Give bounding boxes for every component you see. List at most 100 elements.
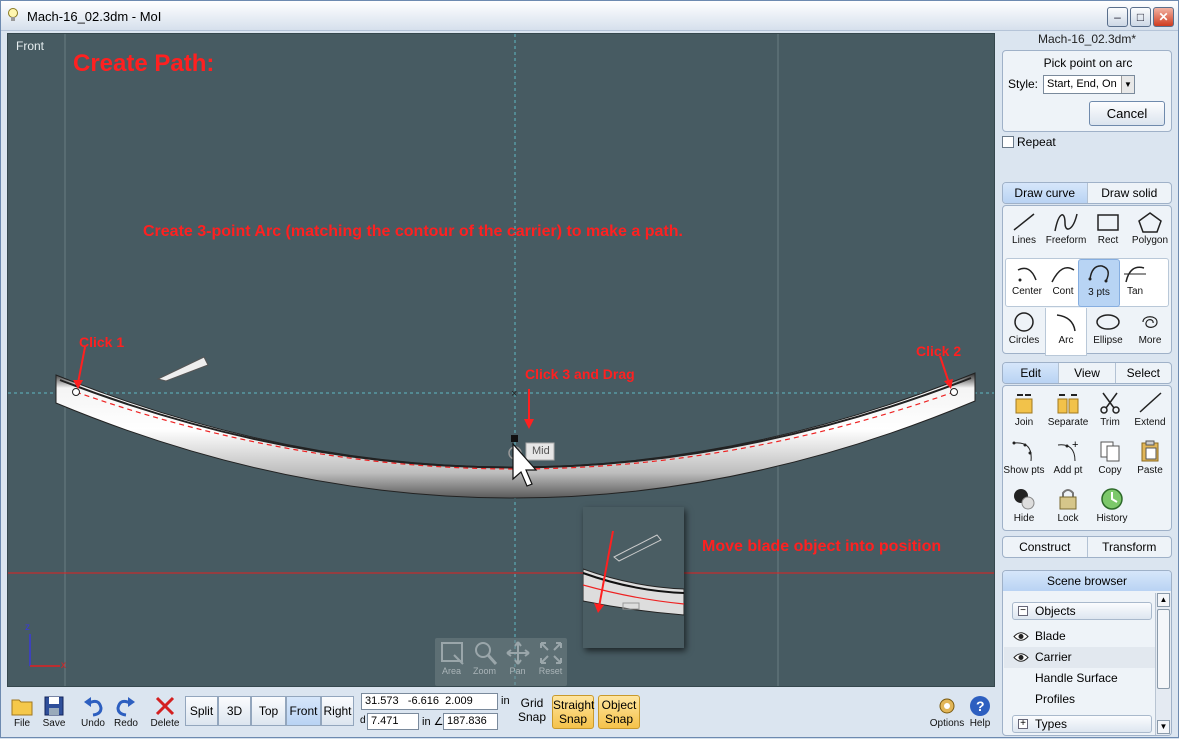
scroll-thumb[interactable] <box>1157 609 1170 689</box>
tab-edit[interactable]: Edit <box>1003 363 1060 383</box>
lightbulb-icon <box>8 8 18 21</box>
tab-select[interactable]: Select <box>1116 363 1171 383</box>
collapse-icon: − <box>1018 606 1028 616</box>
types-label: Types <box>1035 717 1068 731</box>
reset-button[interactable]: Reset <box>534 640 567 684</box>
extend-tool[interactable]: Extend <box>1129 388 1171 436</box>
scroll-up-icon[interactable]: ▲ <box>1157 593 1170 607</box>
viewport-label[interactable]: Front <box>16 39 44 53</box>
click2-label: Click 2 <box>916 343 962 359</box>
separate-label: Separate <box>1047 417 1089 428</box>
scroll-down-icon[interactable]: ▼ <box>1157 720 1170 734</box>
delete-button[interactable]: Delete <box>148 694 182 736</box>
close-button[interactable]: ✕ <box>1153 7 1174 27</box>
freeform-tool[interactable]: Freeform <box>1045 208 1087 256</box>
view-right-button[interactable]: Right <box>321 696 354 726</box>
scene-item-carrier[interactable]: Carrier <box>1004 647 1156 668</box>
redo-icon <box>116 697 135 717</box>
click2-arrow <box>939 355 950 384</box>
separate-tool[interactable]: Separate <box>1047 388 1089 436</box>
eye-icon <box>1013 653 1029 662</box>
maximize-button[interactable]: □ <box>1130 7 1151 27</box>
lines-tool[interactable]: Lines <box>1003 208 1045 256</box>
scene-scrollbar[interactable]: ▲ ▼ <box>1155 593 1171 735</box>
view-split-button[interactable]: Split <box>185 696 218 726</box>
center-arc-icon <box>1017 267 1037 282</box>
distance-input[interactable]: 7.471 <box>367 713 419 730</box>
style-value: Start, End, On <box>1047 78 1117 90</box>
move-blade-text: Move blade object into position <box>702 538 942 555</box>
view-top-button[interactable]: Top <box>251 696 286 726</box>
file-button[interactable]: File <box>5 694 39 736</box>
blade-label: Blade <box>1035 629 1066 643</box>
freeform-icon <box>1054 213 1078 232</box>
hide-tool[interactable]: Hide <box>1003 484 1045 532</box>
arc-tool[interactable]: Arc <box>1045 308 1087 356</box>
distance-unit-angle: in ∠ <box>422 716 444 728</box>
click1-arrow <box>77 346 86 384</box>
tab-transform[interactable]: Transform <box>1088 537 1172 557</box>
lines-label: Lines <box>1012 235 1036 246</box>
save-button[interactable]: Save <box>37 694 71 736</box>
redo-button[interactable]: Redo <box>109 694 143 736</box>
cont-arc-icon <box>1051 267 1075 283</box>
construct-transform-tabs: Construct Transform <box>1002 536 1172 558</box>
view-front-button[interactable]: Front <box>286 696 321 726</box>
side-panel: Mach-16_02.3dm* Pick point on arc Style:… <box>999 31 1175 736</box>
repeat-checkbox[interactable] <box>1002 136 1014 148</box>
help-button[interactable]: ? Help <box>963 694 997 736</box>
handle-surface-label: Handle Surface <box>1035 671 1118 685</box>
front-viewport[interactable]: × Front Create Path: Create 3-point Arc … <box>7 33 995 687</box>
straight-snap-toggle[interactable]: Straight Snap <box>552 695 594 729</box>
coord-z: 2.009 <box>445 695 473 707</box>
polygon-tool[interactable]: Polygon <box>1129 208 1171 256</box>
types-group-header[interactable]: + Types <box>1012 715 1152 733</box>
history-tool[interactable]: History <box>1091 484 1133 532</box>
view-3d-button[interactable]: 3D <box>218 696 251 726</box>
coordinate-input[interactable]: 31.573 -6.616 2.009 <box>361 693 498 710</box>
scene-item-profiles[interactable]: Profiles <box>1004 689 1156 710</box>
zoom-button[interactable]: Zoom <box>468 640 501 684</box>
circles-tool[interactable]: Circles <box>1003 308 1045 356</box>
style-dropdown[interactable]: Start, End, On ▼ <box>1043 75 1135 94</box>
join-tool[interactable]: Join <box>1003 388 1045 436</box>
arc-subpanel: Center Cont 3 pts Tan <box>1005 258 1169 307</box>
scene-item-blade[interactable]: Blade <box>1004 626 1156 647</box>
more-tool[interactable]: More <box>1129 308 1171 356</box>
show-pts-tool[interactable]: Show pts <box>1003 436 1045 484</box>
document-filename: Mach-16_02.3dm* <box>1037 32 1137 46</box>
area-button[interactable]: Area <box>435 640 468 684</box>
tab-draw-curve[interactable]: Draw curve <box>1003 183 1088 203</box>
tab-view[interactable]: View <box>1059 363 1116 383</box>
tan-arc-tool[interactable]: Tan <box>1114 259 1156 307</box>
objects-group-header[interactable]: − Objects <box>1012 602 1152 620</box>
scene-browser-header[interactable]: Scene browser <box>1003 571 1171 591</box>
tab-draw-solid[interactable]: Draw solid <box>1088 183 1172 203</box>
lock-label: Lock <box>1057 513 1079 524</box>
pan-button[interactable]: Pan <box>501 640 534 684</box>
click1-point <box>72 388 80 396</box>
snap-marker <box>511 435 518 442</box>
eye-icon <box>1013 632 1029 641</box>
rect-tool[interactable]: Rect <box>1087 208 1129 256</box>
tan-arc-icon <box>1124 266 1146 283</box>
ellipse-tool[interactable]: Ellipse <box>1087 308 1129 356</box>
lock-tool[interactable]: Lock <box>1047 484 1089 532</box>
blade-object[interactable] <box>156 356 209 382</box>
edit-panel: Join Separate Trim Extend Show pts + Add… <box>1002 385 1172 531</box>
object-snap-toggle[interactable]: Object Snap <box>598 695 640 729</box>
cancel-button[interactable]: Cancel <box>1089 101 1165 126</box>
minimize-button[interactable]: – <box>1107 7 1128 27</box>
add-pt-tool[interactable]: + Add pt <box>1047 436 1089 484</box>
copy-tool[interactable]: Copy <box>1091 436 1129 484</box>
tab-construct[interactable]: Construct <box>1003 537 1088 557</box>
spiral-icon <box>1142 316 1158 328</box>
grid-snap-toggle[interactable]: Grid Snap <box>513 696 551 724</box>
trim-tool[interactable]: Trim <box>1091 388 1129 436</box>
undo-button[interactable]: Undo <box>76 694 110 736</box>
scene-browser: Scene browser − Objects Blade Carrier Ha… <box>1002 570 1172 736</box>
angle-input[interactable]: 187.836 <box>443 713 498 730</box>
scene-item-handle-surface[interactable]: Handle Surface <box>1004 668 1156 689</box>
paste-tool[interactable]: Paste <box>1129 436 1171 484</box>
options-button[interactable]: Options <box>928 694 966 736</box>
